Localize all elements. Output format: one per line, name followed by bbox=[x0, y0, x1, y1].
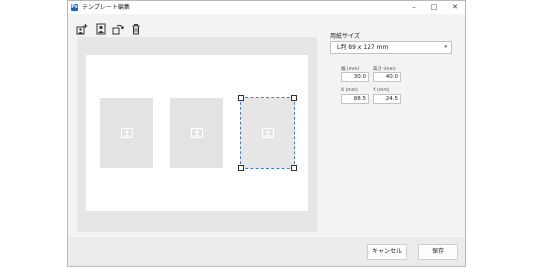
maximize-button[interactable]: □ bbox=[424, 2, 444, 13]
paper-size-label: 用紙サイズ bbox=[330, 33, 360, 40]
image-icon bbox=[261, 128, 274, 138]
portrait-button[interactable] bbox=[95, 20, 107, 35]
delete-button[interactable] bbox=[130, 20, 142, 35]
canvas-area bbox=[77, 37, 317, 232]
footer-bar: キャンセル 保存 bbox=[68, 237, 465, 266]
resize-handle-top-right[interactable] bbox=[291, 95, 297, 101]
photo-slot-1[interactable] bbox=[100, 98, 153, 168]
title-bar: Ps テンプレート編集 – □ ✕ bbox=[68, 1, 465, 14]
width-input[interactable]: 30.0 bbox=[341, 72, 369, 82]
cancel-button[interactable]: キャンセル bbox=[367, 244, 407, 260]
resize-handle-top-left[interactable] bbox=[238, 95, 244, 101]
y-label: Y (mm) bbox=[373, 88, 390, 93]
resize-handle-bottom-left[interactable] bbox=[238, 165, 244, 171]
save-button[interactable]: 保存 bbox=[418, 244, 458, 260]
add-photo-button[interactable] bbox=[76, 20, 88, 35]
photo-slot-2[interactable] bbox=[170, 98, 223, 168]
app-icon: Ps bbox=[71, 4, 78, 11]
photo-slot-3-selected[interactable] bbox=[238, 95, 297, 171]
height-input[interactable]: 40.0 bbox=[373, 72, 401, 82]
paper-size-select[interactable]: L判 89 x 127 mm ▾ bbox=[330, 41, 452, 54]
rotate-icon bbox=[112, 24, 124, 35]
image-icon bbox=[190, 128, 203, 138]
x-label: X (mm) bbox=[341, 88, 358, 93]
close-button[interactable]: ✕ bbox=[445, 2, 465, 13]
trash-icon bbox=[132, 24, 140, 35]
rotate-button[interactable] bbox=[112, 20, 124, 35]
add-photo-icon bbox=[76, 24, 88, 35]
window-title: テンプレート編集 bbox=[82, 4, 130, 11]
resize-handle-bottom-right[interactable] bbox=[291, 165, 297, 171]
image-icon bbox=[120, 128, 133, 138]
paper-preview bbox=[86, 55, 308, 211]
chevron-down-icon: ▾ bbox=[444, 44, 447, 50]
x-input[interactable]: 88.5 bbox=[341, 94, 369, 104]
minimize-button[interactable]: – bbox=[404, 2, 424, 13]
portrait-icon bbox=[96, 23, 106, 35]
template-editor-window: Ps テンプレート編集 – □ ✕ 用紙サイズ L判 89 x 127 mm ▾… bbox=[67, 0, 466, 267]
paper-size-value: L判 89 x 127 mm bbox=[337, 44, 389, 51]
y-input[interactable]: 24.5 bbox=[373, 94, 401, 104]
